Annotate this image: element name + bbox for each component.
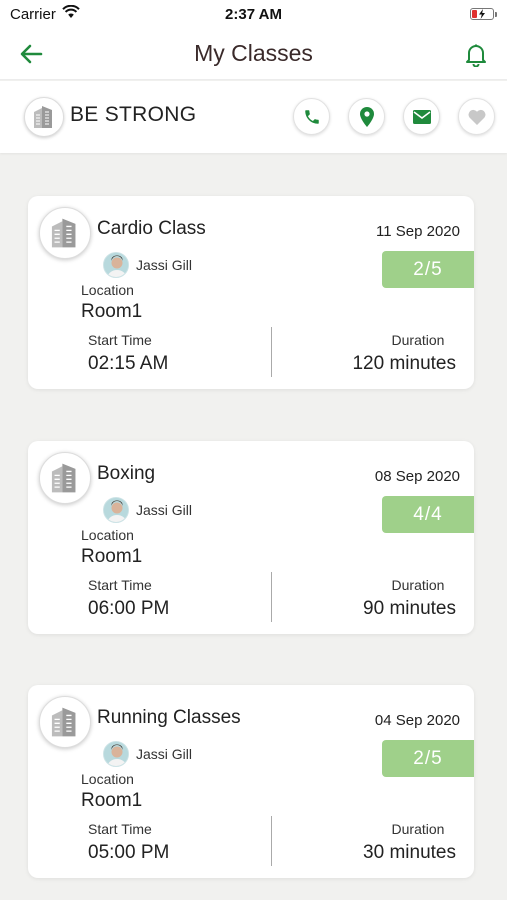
duration-label: Duration bbox=[391, 332, 445, 348]
class-date: 11 Sep 2020 bbox=[376, 223, 460, 240]
class-name: Running Classes bbox=[97, 707, 241, 728]
page-title: My Classes bbox=[194, 40, 313, 66]
start-time-label: Start Time bbox=[88, 821, 152, 837]
duration-value: 120 minutes bbox=[352, 353, 456, 374]
duration-value: 30 minutes bbox=[363, 842, 456, 863]
class-name: Boxing bbox=[97, 463, 156, 484]
location-label: Location bbox=[81, 527, 134, 543]
duration-value: 90 minutes bbox=[363, 598, 456, 619]
location-button[interactable] bbox=[348, 98, 385, 135]
trainer-name: Jassi Gill bbox=[136, 502, 193, 518]
start-time-value: 05:00 PM bbox=[88, 842, 170, 863]
class-card[interactable]: Boxing 08 Sep 2020 4/4 Jassi Gill Locati… bbox=[28, 441, 474, 634]
building-icon bbox=[34, 106, 52, 128]
class-logo bbox=[39, 696, 91, 748]
trainer-avatar bbox=[103, 741, 129, 767]
location-value: Room1 bbox=[81, 790, 143, 811]
gym-name: BE STRONG bbox=[70, 103, 197, 126]
start-time-value: 02:15 AM bbox=[88, 353, 169, 374]
class-date: 08 Sep 2020 bbox=[374, 468, 460, 485]
phone-icon bbox=[304, 109, 319, 124]
start-time-value: 06:00 PM bbox=[88, 598, 170, 619]
nav-header: My Classes bbox=[0, 28, 507, 80]
duration-label: Duration bbox=[391, 821, 445, 837]
trainer-avatar bbox=[103, 252, 129, 278]
email-button[interactable] bbox=[403, 98, 440, 135]
location-value: Room1 bbox=[81, 301, 143, 322]
wifi-icon bbox=[62, 4, 80, 23]
building-icon bbox=[51, 463, 76, 493]
building-icon bbox=[51, 218, 76, 248]
gym-header: BE STRONG bbox=[0, 81, 507, 153]
building-icon bbox=[51, 707, 76, 737]
divider bbox=[271, 572, 272, 622]
status-bar: Carrier 2:37 AM bbox=[0, 0, 507, 28]
class-logo bbox=[39, 452, 91, 504]
duration-label: Duration bbox=[391, 577, 445, 593]
class-name: Cardio Class bbox=[97, 218, 206, 239]
divider bbox=[271, 327, 272, 377]
start-time-label: Start Time bbox=[88, 577, 152, 593]
carrier-label: Carrier bbox=[10, 5, 56, 23]
location-pin-icon bbox=[359, 106, 374, 127]
mail-icon bbox=[412, 109, 431, 124]
trainer-name: Jassi Gill bbox=[136, 746, 193, 762]
class-logo bbox=[39, 207, 91, 259]
class-card[interactable]: Running Classes 04 Sep 2020 2/5 Jassi Gi… bbox=[28, 685, 474, 878]
location-label: Location bbox=[81, 282, 134, 298]
trainer-avatar bbox=[103, 497, 129, 523]
arrow-left-icon bbox=[20, 44, 43, 64]
class-card[interactable]: Cardio Class 11 Sep 2020 2/5 Jassi Gill … bbox=[28, 196, 474, 389]
class-date: 04 Sep 2020 bbox=[374, 712, 460, 729]
capacity-badge: 2/5 bbox=[382, 251, 474, 288]
gym-logo[interactable] bbox=[24, 97, 64, 137]
call-button[interactable] bbox=[293, 98, 330, 135]
bell-icon bbox=[466, 44, 486, 67]
capacity-badge: 4/4 bbox=[382, 496, 474, 533]
notifications-button[interactable] bbox=[459, 38, 493, 72]
location-label: Location bbox=[81, 771, 134, 787]
battery-icon bbox=[470, 8, 497, 20]
back-button[interactable] bbox=[14, 38, 48, 70]
heart-icon bbox=[468, 109, 485, 125]
favorite-button[interactable] bbox=[458, 98, 495, 135]
location-value: Room1 bbox=[81, 546, 143, 567]
divider bbox=[271, 816, 272, 866]
trainer-name: Jassi Gill bbox=[136, 257, 193, 273]
capacity-badge: 2/5 bbox=[382, 740, 474, 777]
start-time-label: Start Time bbox=[88, 332, 152, 348]
